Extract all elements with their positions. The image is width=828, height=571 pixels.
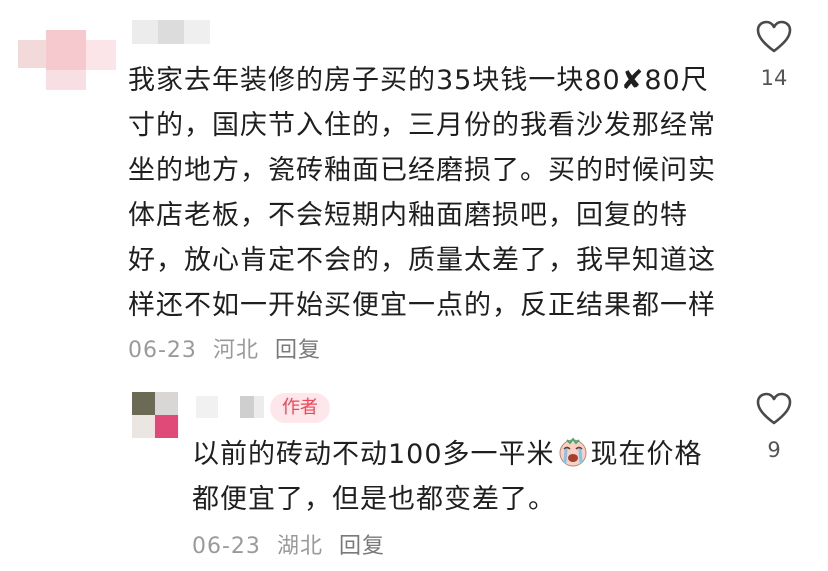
comment-line: 体店老板，不会短期内釉面磨损吧，回复的特 — [128, 200, 688, 231]
reply-line: 都便宜了，但是也都变差了。 — [192, 484, 556, 515]
heart-outline-icon — [756, 20, 792, 53]
author-badge: 作者 — [270, 393, 330, 423]
comment-line: 我家去年装修的房子买的35块钱一块80✘80尺 — [128, 65, 709, 96]
reply-like-count: 9 — [767, 438, 781, 462]
comment-line: 坐的地方，瓷砖釉面已经磨损了。买的时候问实 — [128, 155, 716, 186]
heart-outline-icon — [756, 392, 792, 425]
comment-like-count: 14 — [760, 66, 788, 90]
reply-date: 06-23 — [192, 534, 261, 559]
reply-like-button[interactable]: 9 — [756, 392, 794, 462]
comment-line: 样还不如一开始买便宜一点的，反正结果都一样 — [128, 290, 716, 321]
reply-username[interactable] — [196, 396, 266, 420]
comment-text: 我家去年装修的房子买的35块钱一块80✘80尺 寸的，国庆节入住的，三月份的我看… — [128, 58, 718, 328]
reply-location: 湖北 — [276, 534, 323, 559]
comment-like-button[interactable]: 14 — [756, 20, 794, 90]
reply-meta: 06-23 湖北 回复 — [192, 528, 393, 560]
comment-meta: 06-23 河北 回复 — [128, 332, 329, 364]
commenter-avatar[interactable] — [18, 30, 118, 90]
comment-line: 寸的，国庆节入住的，三月份的我看沙发那经常 — [128, 110, 716, 141]
comment-location: 河北 — [212, 338, 259, 363]
comment-date: 06-23 — [128, 338, 197, 363]
crying-face-emoji — [559, 437, 587, 467]
commenter-username[interactable] — [132, 20, 212, 44]
reply-text-part: 现在价格 — [590, 439, 703, 470]
comment-line: 好，放心肯定不会的，质量太差了，我早知道这 — [128, 245, 716, 276]
reply-reply-button[interactable]: 回复 — [339, 534, 385, 559]
reply-text: 以前的砖动不动100多一平米 现在价格 都便宜了，但是也都变差了。 — [192, 432, 712, 522]
reply-line: 以前的砖动不动100多一平米 现在价格 — [192, 432, 712, 477]
comment-reply-button[interactable]: 回复 — [275, 338, 321, 363]
reply-text-part: 以前的砖动不动100多一平米 — [192, 439, 555, 470]
reply-avatar[interactable] — [132, 392, 178, 438]
